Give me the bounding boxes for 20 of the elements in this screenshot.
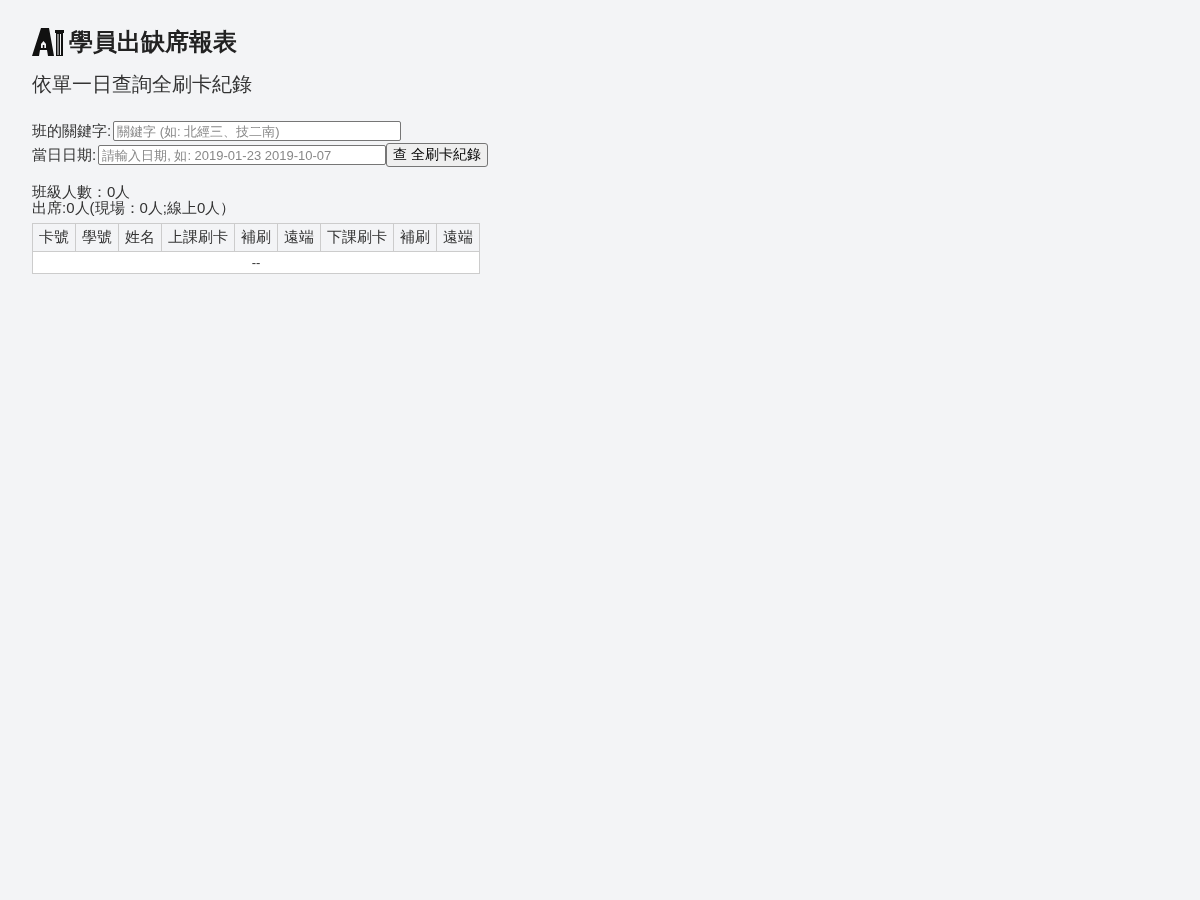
text-input-field[interactable]: 關鍵字 (如: 北經三、技二南) [113,121,402,141]
column-header: 上課刷卡 [161,223,235,252]
query-button[interactable]: 查 全刷卡紀錄 [386,143,489,167]
summary-text: 班級人數：0人 [32,184,132,200]
column-header: 遠端 [436,223,480,252]
column-header: 卡號 [32,223,76,252]
column-header: 姓名 [118,223,162,252]
column-header: 補刷 [234,223,278,252]
column-header: 遠端 [277,223,321,252]
empty-table-cell: -- [32,251,480,274]
summary-text: 出席:0人(現場：0人;線上0人） [32,200,237,216]
column-header: 學號 [75,223,119,252]
page-title: 學員出缺席報表 [69,27,237,57]
text-input-field[interactable]: 請輸入日期, 如: 2019-01-23 2019-10-07 [98,145,387,165]
field-label: 班的關鍵字: [32,121,112,141]
page-subtitle: 依單一日查詢全刷卡紀錄 [32,72,253,97]
field-label: 當日日期: [32,145,97,165]
column-header: 補刷 [393,223,437,252]
logo-icon [32,28,64,56]
column-header: 下課刷卡 [320,223,394,252]
